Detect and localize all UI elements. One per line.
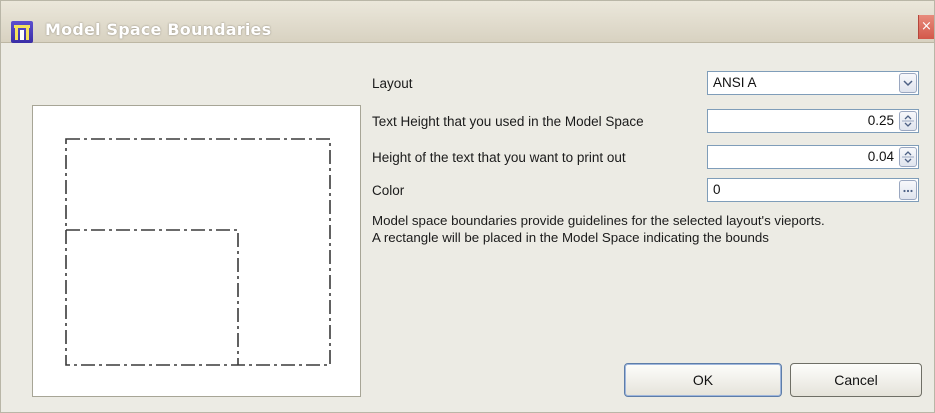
outer-boundary-rect: [65, 138, 331, 366]
layout-label: Layout: [372, 76, 413, 91]
text-height-model-label: Text Height that you used in the Model S…: [372, 114, 644, 129]
spinner-icon[interactable]: [899, 111, 917, 131]
boundary-preview-drawing: [65, 138, 331, 366]
text-height-print-label: Height of the text that you want to prin…: [372, 150, 626, 165]
layout-preview: [32, 105, 361, 397]
chevron-down-icon[interactable]: [899, 73, 917, 93]
cancel-button[interactable]: Cancel: [790, 363, 922, 397]
color-input[interactable]: 0: [707, 178, 919, 202]
description-text: Model space boundaries provide guideline…: [372, 212, 932, 246]
ellipsis-icon[interactable]: [899, 180, 917, 200]
color-value: 0: [713, 182, 721, 197]
layout-value: ANSI A: [713, 75, 757, 90]
text-height-print-input[interactable]: 0.04: [707, 145, 919, 169]
dialog-title: Model Space Boundaries: [45, 20, 272, 39]
dialog-window: Model Space Boundaries × Layout ANSI A T…: [0, 0, 935, 413]
text-height-model-input[interactable]: 0.25: [707, 109, 919, 133]
title-bar[interactable]: Model Space Boundaries ×: [1, 1, 934, 43]
app-logo-icon: [11, 21, 33, 43]
ok-button[interactable]: OK: [624, 363, 782, 397]
text-height-print-value: 0.04: [867, 149, 894, 164]
spinner-icon[interactable]: [899, 147, 917, 167]
inner-boundary-line: [66, 229, 239, 365]
description-line-2: A rectangle will be placed in the Model …: [372, 230, 769, 245]
color-label: Color: [372, 183, 405, 198]
description-line-1: Model space boundaries provide guideline…: [372, 213, 825, 228]
close-icon[interactable]: ×: [918, 15, 934, 39]
text-height-model-value: 0.25: [867, 113, 894, 128]
layout-select[interactable]: ANSI A: [707, 71, 919, 95]
